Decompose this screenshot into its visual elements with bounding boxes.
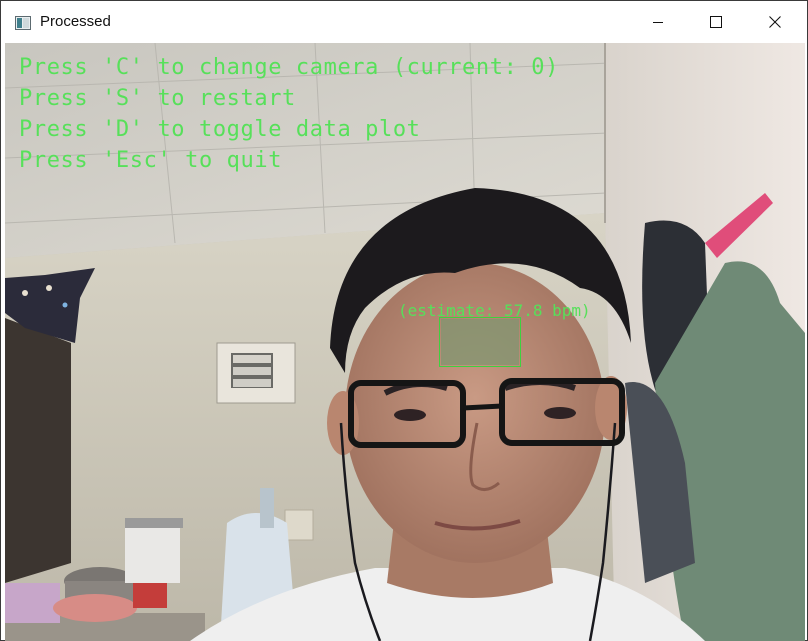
maximize-icon <box>710 13 722 32</box>
instruction-quit: Press 'Esc' to quit <box>19 148 283 173</box>
title-bar[interactable]: Processed <box>1 1 807 43</box>
minimize-icon <box>652 13 664 32</box>
close-button[interactable] <box>746 1 804 43</box>
app-window-icon <box>15 15 31 30</box>
instruction-change-camera: Press 'C' to change camera (current: 0) <box>19 55 559 80</box>
app-window: Processed Press 'C' to change camera (cu… <box>0 0 808 641</box>
camera-feed: Press 'C' to change camera (current: 0) … <box>5 43 805 641</box>
instruction-toggle-plot: Press 'D' to toggle data plot <box>19 117 421 142</box>
maximize-button[interactable] <box>687 1 745 43</box>
window-title: Processed <box>40 13 111 30</box>
close-icon <box>769 13 781 32</box>
forehead-tracking-box <box>439 317 521 367</box>
instruction-restart: Press 'S' to restart <box>19 86 296 111</box>
minimize-button[interactable] <box>629 1 687 43</box>
